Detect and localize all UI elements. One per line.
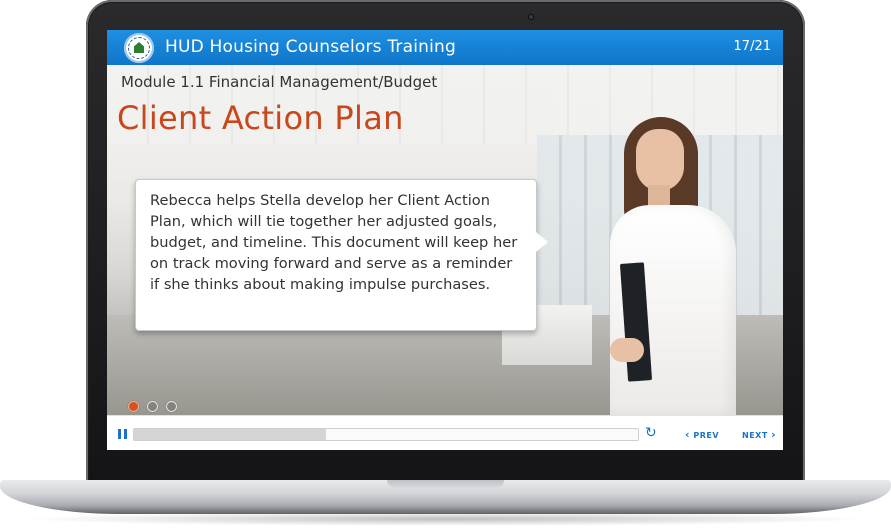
slide-title: Client Action Plan xyxy=(117,99,404,137)
chevron-right-icon: › xyxy=(771,428,777,441)
pause-icon[interactable] xyxy=(118,429,128,439)
next-label: NEXT xyxy=(742,431,768,440)
laptop-screen: HUD Housing Counselors Training 17/21 Mo… xyxy=(107,30,783,450)
next-button[interactable]: NEXT › xyxy=(742,428,776,441)
progress-fill xyxy=(134,429,326,440)
prev-button[interactable]: ‹ PREV xyxy=(685,428,719,441)
title-bar: HUD Housing Counselors Training 17/21 xyxy=(107,30,783,65)
app-title: HUD Housing Counselors Training xyxy=(165,37,457,57)
page-counter: 17/21 xyxy=(733,39,771,54)
webcam xyxy=(528,14,534,20)
module-label: Module 1.1 Financial Management/Budget xyxy=(121,73,438,91)
laptop-notch xyxy=(387,480,504,488)
carousel-dots xyxy=(128,397,185,416)
speech-bubble: Rebecca helps Stella develop her Client … xyxy=(135,179,548,331)
speech-bubble-text: Rebecca helps Stella develop her Client … xyxy=(150,192,518,293)
carousel-dot-2[interactable] xyxy=(147,401,158,412)
playback-controls: ↻ ‹ PREV NEXT › xyxy=(107,415,783,450)
hud-logo-icon xyxy=(124,33,154,63)
replay-icon[interactable]: ↻ xyxy=(645,426,659,440)
laptop-shadow xyxy=(20,512,871,526)
carousel-dot-3[interactable] xyxy=(166,401,177,412)
prev-label: PREV xyxy=(693,431,720,440)
chevron-left-icon: ‹ xyxy=(685,428,691,441)
presenter-image xyxy=(602,113,777,415)
carousel-dot-1[interactable] xyxy=(128,401,139,412)
slide-stage: Module 1.1 Financial Management/Budget C… xyxy=(107,65,783,415)
laptop-base xyxy=(0,480,891,514)
progress-bar[interactable] xyxy=(133,428,639,441)
